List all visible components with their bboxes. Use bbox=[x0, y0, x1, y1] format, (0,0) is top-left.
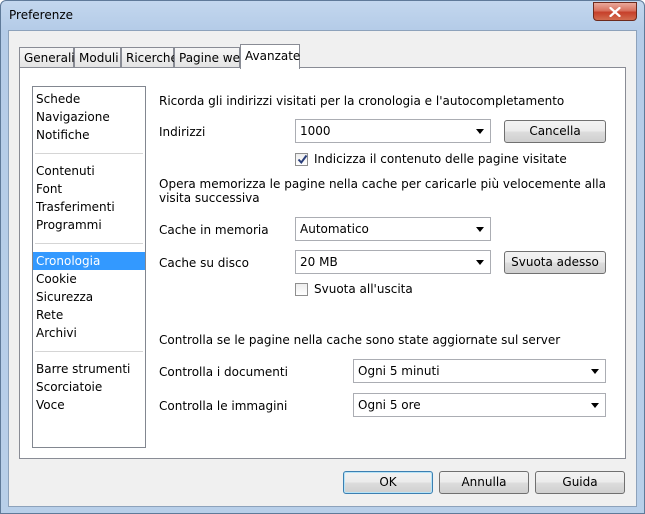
sidebar-item-archivi[interactable]: Archivi bbox=[33, 324, 145, 342]
cache-heading-line2: visita successiva bbox=[159, 191, 260, 205]
empty-cache-button[interactable]: Svuota adesso bbox=[504, 251, 606, 274]
title-bar[interactable]: Preferenze bbox=[1, 1, 644, 31]
sidebar-item-programmi[interactable]: Programmi bbox=[33, 216, 145, 234]
memory-cache-label: Cache in memoria bbox=[159, 223, 269, 237]
sidebar-item-sicurezza[interactable]: Sicurezza bbox=[33, 288, 145, 306]
tab-generali[interactable]: Generali bbox=[19, 47, 75, 68]
tab-pagine-web[interactable]: Pagine web bbox=[174, 47, 248, 68]
tab-panel-avanzate: Schede Navigazione Notifiche Contenuti F… bbox=[19, 67, 626, 459]
sidebar-item-font[interactable]: Font bbox=[33, 180, 145, 198]
sidebar-item-scorciatoie[interactable]: Scorciatoie bbox=[33, 378, 145, 396]
close-icon bbox=[609, 6, 621, 17]
sidebar-item-trasferimenti[interactable]: Trasferimenti bbox=[33, 198, 145, 216]
sidebar-item-cookie[interactable]: Cookie bbox=[33, 270, 145, 288]
preferences-window: Preferenze Generali Moduli Ricerche Pagi… bbox=[0, 0, 645, 514]
tab-ricerche[interactable]: Ricerche bbox=[121, 47, 178, 68]
chevron-down-icon bbox=[476, 129, 484, 134]
sidebar-divider bbox=[35, 351, 143, 352]
sidebar-item-contenuti[interactable]: Contenuti bbox=[33, 162, 145, 180]
chevron-down-icon bbox=[476, 227, 484, 232]
index-content-label: Indicizza il contenuto delle pagine visi… bbox=[314, 152, 567, 166]
empty-on-exit-label: Svuota all'uscita bbox=[314, 282, 413, 296]
tab-avanzate[interactable]: Avanzate bbox=[240, 44, 300, 69]
tab-label: Moduli bbox=[79, 51, 119, 65]
sidebar-divider bbox=[35, 153, 143, 154]
check-images-label: Controlla le immagini bbox=[159, 399, 288, 413]
index-content-checkbox[interactable] bbox=[295, 153, 308, 166]
empty-on-exit-checkbox[interactable] bbox=[295, 283, 308, 296]
tab-label: Ricerche bbox=[126, 51, 178, 65]
sidebar-item-notifiche[interactable]: Notifiche bbox=[33, 126, 145, 144]
history-heading: Ricorda gli indirizzi visitati per la cr… bbox=[159, 94, 565, 108]
disk-cache-value: 20 MB bbox=[300, 255, 338, 269]
tab-moduli[interactable]: Moduli bbox=[74, 47, 121, 68]
ok-button[interactable]: OK bbox=[343, 471, 433, 494]
memory-cache-value: Automatico bbox=[300, 222, 369, 236]
dialog-client-area: Generali Moduli Ricerche Pagine web Avan… bbox=[8, 30, 637, 507]
cache-heading-line1: Opera memorizza le pagine nella cache pe… bbox=[159, 177, 606, 191]
sidebar-divider bbox=[35, 243, 143, 244]
check-documents-label: Controlla i documenti bbox=[159, 365, 288, 379]
tab-label: Generali bbox=[24, 51, 75, 65]
sidebar-item-barre-strumenti[interactable]: Barre strumenti bbox=[33, 360, 145, 378]
check-images-value: Ogni 5 ore bbox=[358, 398, 421, 412]
checkmark-icon bbox=[297, 154, 308, 165]
window-title: Preferenze bbox=[9, 8, 74, 22]
check-images-dropdown[interactable]: Ogni 5 ore bbox=[353, 393, 606, 417]
close-button[interactable] bbox=[593, 2, 637, 21]
chevron-down-icon bbox=[476, 260, 484, 265]
sidebar-item-voce[interactable]: Voce bbox=[33, 396, 145, 414]
clear-history-button[interactable]: Cancella bbox=[504, 120, 606, 143]
addresses-label: Indirizzi bbox=[159, 125, 206, 139]
sidebar-item-schede[interactable]: Schede bbox=[33, 90, 145, 108]
check-documents-dropdown[interactable]: Ogni 5 minuti bbox=[353, 359, 606, 383]
chevron-down-icon bbox=[591, 403, 599, 408]
disk-cache-label: Cache su disco bbox=[159, 256, 249, 270]
disk-cache-dropdown[interactable]: 20 MB bbox=[295, 250, 491, 274]
sidebar-item-navigazione[interactable]: Navigazione bbox=[33, 108, 145, 126]
help-button[interactable]: Guida bbox=[535, 471, 625, 494]
tab-label: Avanzate bbox=[245, 49, 301, 63]
check-documents-value: Ogni 5 minuti bbox=[358, 364, 440, 378]
chevron-down-icon bbox=[591, 369, 599, 374]
sidebar-item-cronologia[interactable]: Cronologia bbox=[33, 252, 145, 270]
category-list[interactable]: Schede Navigazione Notifiche Contenuti F… bbox=[32, 86, 146, 448]
check-heading: Controlla se le pagine nella cache sono … bbox=[159, 333, 561, 347]
addresses-dropdown[interactable]: 1000 bbox=[295, 119, 491, 143]
addresses-value: 1000 bbox=[300, 124, 331, 138]
tab-label: Pagine web bbox=[179, 51, 248, 65]
sidebar-item-rete[interactable]: Rete bbox=[33, 306, 145, 324]
memory-cache-dropdown[interactable]: Automatico bbox=[295, 217, 491, 241]
cancel-button[interactable]: Annulla bbox=[439, 471, 529, 494]
